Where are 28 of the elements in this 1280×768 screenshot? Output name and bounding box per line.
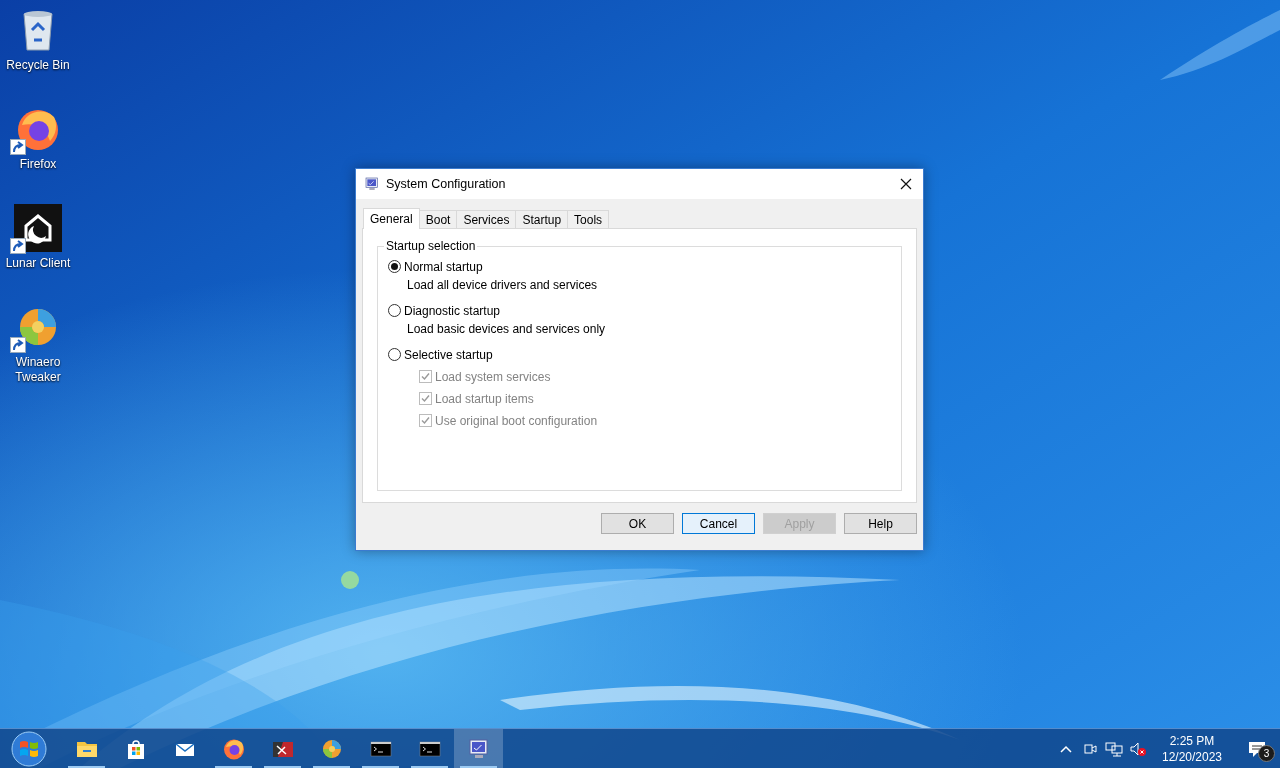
- radio-button[interactable]: [388, 260, 401, 273]
- group-title: Startup selection: [385, 239, 477, 253]
- desktop-icon-label[interactable]: Firefox: [19, 157, 57, 172]
- radio-option[interactable]: Selective startup: [388, 345, 493, 364]
- tab[interactable]: Startup: [515, 210, 569, 228]
- dialog-button[interactable]: Help: [844, 513, 917, 534]
- radio-button[interactable]: [388, 304, 401, 317]
- radio-option[interactable]: Normal startup: [388, 257, 483, 276]
- option-description: Load basic devices and services only: [407, 322, 607, 337]
- window-title: System Configuration: [386, 177, 507, 191]
- radio-option[interactable]: Diagnostic startup: [388, 301, 501, 320]
- dialog-button[interactable]: Cancel: [682, 513, 755, 534]
- tab[interactable]: General: [363, 208, 420, 229]
- moon-house-icon: [14, 204, 62, 252]
- clock[interactable]: 2:25 PM 12/20/2023: [1150, 729, 1234, 768]
- desktop-icon-label[interactable]: Winaero Tweaker: [3, 355, 73, 385]
- notification-button[interactable]: 3: [1234, 729, 1280, 768]
- radio-button[interactable]: [388, 348, 401, 361]
- option-description: Load all device drivers and services: [407, 278, 599, 293]
- dialog-button[interactable]: OK: [601, 513, 674, 534]
- clock-time: 2:25 PM: [1169, 732, 1215, 749]
- tab[interactable]: Tools: [567, 210, 610, 228]
- monitor-check-icon: [466, 736, 491, 761]
- app-icon: [364, 176, 380, 192]
- desktop-icon-label[interactable]: Recycle Bin: [6, 58, 70, 73]
- desktop-icon-label[interactable]: Lunar Client: [5, 256, 71, 271]
- notification-count: 3: [1258, 745, 1275, 762]
- clock-date: 12/20/2023: [1161, 748, 1223, 765]
